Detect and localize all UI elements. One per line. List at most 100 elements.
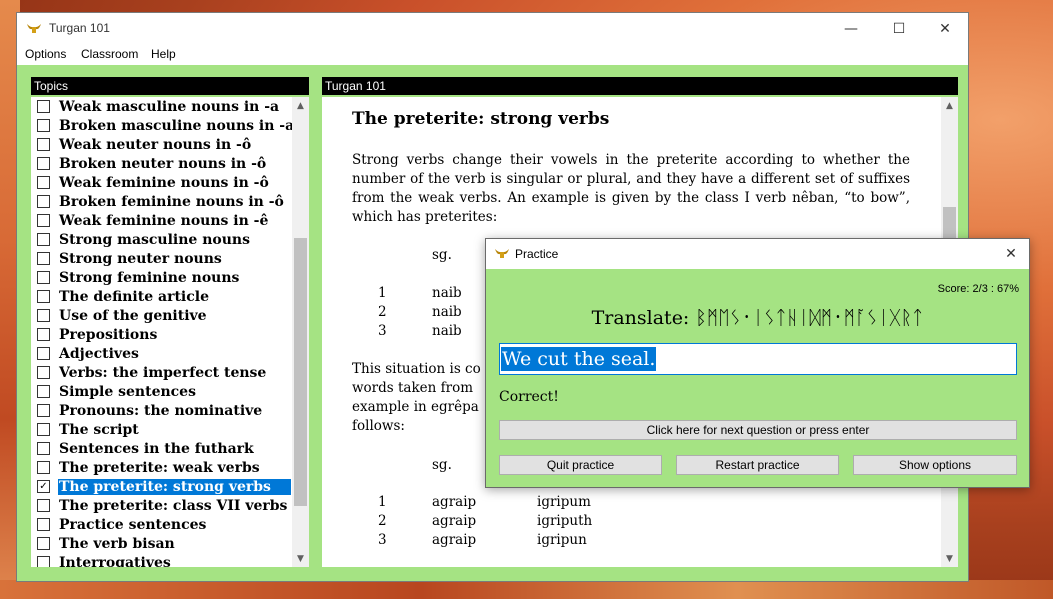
score-value: 2/3 : 67% <box>972 283 1019 295</box>
topics-scroll-thumb[interactable] <box>294 238 307 506</box>
checkbox-icon[interactable] <box>37 328 50 341</box>
checkbox-icon[interactable] <box>37 290 50 303</box>
checkbox-icon[interactable] <box>37 233 50 246</box>
topic-label: Broken masculine nouns in -a <box>59 117 295 134</box>
checkbox-icon[interactable] <box>37 556 50 567</box>
topic-label: Weak neuter nouns in -ô <box>59 136 252 153</box>
lesson-paragraph-line: example in egrêpa <box>352 399 479 415</box>
topic-label: Weak masculine nouns in -a <box>59 98 280 115</box>
checkbox-icon[interactable] <box>37 385 50 398</box>
checkbox-icon[interactable] <box>37 499 50 512</box>
topic-item[interactable]: Verbs: the imperfect tense <box>35 363 291 382</box>
topic-item[interactable]: Interrogatives <box>35 553 291 567</box>
checkbox-icon[interactable] <box>37 442 50 455</box>
topic-item[interactable]: Sentences in the futhark <box>35 439 291 458</box>
translate-prompt: Translate: ᛒᛗᛖᛊ᛫ᛁᛊᛏᚺᛁᛞᛗ᛫ᛗᚪᛊᛁᚷᚱᛏ <box>486 307 1029 329</box>
checkbox-icon[interactable] <box>37 404 50 417</box>
minimize-button[interactable]: — <box>828 13 874 45</box>
topic-item[interactable]: The script <box>35 420 291 439</box>
topic-item[interactable]: The preterite: class VII verbs <box>35 496 291 515</box>
maximize-button[interactable]: ☐ <box>876 13 922 45</box>
topic-item[interactable]: Broken feminine nouns in -ô <box>35 192 291 211</box>
menu-help[interactable]: Help <box>151 47 176 61</box>
translate-label: Translate: <box>591 307 690 329</box>
checkbox-checked-icon[interactable]: ✓ <box>37 480 50 493</box>
table-cell: igripun <box>537 532 587 548</box>
checkbox-icon[interactable] <box>37 518 50 531</box>
next-question-button[interactable]: Click here for next question or press en… <box>499 420 1017 440</box>
lesson-paragraph-line: words taken from <box>352 380 474 396</box>
table-cell: igripum <box>537 494 591 510</box>
topic-item[interactable]: Prepositions <box>35 325 291 344</box>
checkbox-icon[interactable] <box>37 195 50 208</box>
topic-label: Weak feminine nouns in -ô <box>59 174 269 191</box>
checkbox-icon[interactable] <box>37 119 50 132</box>
topic-item[interactable]: Broken neuter nouns in -ô <box>35 154 291 173</box>
checkbox-icon[interactable] <box>37 271 50 284</box>
practice-title-bar[interactable]: Practice ✕ <box>486 239 1029 269</box>
topic-label: The preterite: weak verbs <box>59 459 260 476</box>
topic-item[interactable]: Adjectives <box>35 344 291 363</box>
lesson-paragraph-line: follows: <box>352 418 405 434</box>
topic-item[interactable]: Simple sentences <box>35 382 291 401</box>
lesson-paragraph-line: This situation is co <box>352 361 481 377</box>
checkbox-icon[interactable] <box>37 252 50 265</box>
practice-close-button[interactable]: ✕ <box>993 239 1029 269</box>
topic-label: Pronouns: the nominative <box>59 402 263 419</box>
checkbox-icon[interactable] <box>37 176 50 189</box>
checkbox-icon[interactable] <box>37 537 50 550</box>
scroll-up-arrow-icon[interactable]: ▲ <box>941 97 958 114</box>
restart-practice-button[interactable]: Restart practice <box>676 455 839 475</box>
topic-label: Sentences in the futhark <box>59 440 254 457</box>
checkbox-icon[interactable] <box>37 366 50 379</box>
checkbox-icon[interactable] <box>37 347 50 360</box>
checkbox-icon[interactable] <box>37 100 50 113</box>
topic-item[interactable]: Use of the genitive <box>35 306 291 325</box>
checkbox-icon[interactable] <box>37 423 50 436</box>
checkbox-icon[interactable] <box>37 309 50 322</box>
topic-item[interactable]: Broken masculine nouns in -a <box>35 116 294 135</box>
table-cell: agraip <box>432 532 477 548</box>
checkbox-icon[interactable] <box>37 138 50 151</box>
topic-item[interactable]: Weak feminine nouns in -ô <box>35 173 291 192</box>
scroll-down-arrow-icon[interactable]: ▼ <box>941 550 958 567</box>
topic-item[interactable]: Strong masculine nouns <box>35 230 291 249</box>
topic-item[interactable]: Weak masculine nouns in -a <box>35 97 291 116</box>
scroll-down-arrow-icon[interactable]: ▼ <box>292 550 309 567</box>
title-bar[interactable]: Turgan 101 — ☐ ✕ <box>17 13 968 45</box>
topic-label: Adjectives <box>59 345 139 362</box>
topic-label: Strong feminine nouns <box>59 269 240 286</box>
table-cell: 1 <box>378 285 387 301</box>
practice-title: Practice <box>515 247 559 261</box>
topic-label: Practice sentences <box>59 516 207 533</box>
checkbox-icon[interactable] <box>37 214 50 227</box>
topic-item[interactable]: ✓ The preterite: strong verbs <box>35 477 291 496</box>
checkbox-icon[interactable] <box>37 157 50 170</box>
window-title: Turgan 101 <box>49 21 110 35</box>
checkbox-icon[interactable] <box>37 461 50 474</box>
topics-list: Weak masculine nouns in -a Broken masculi… <box>31 97 309 567</box>
table-cell: 3 <box>378 532 387 548</box>
topic-label: Broken neuter nouns in -ô <box>59 155 267 172</box>
topic-item[interactable]: Strong feminine nouns <box>35 268 291 287</box>
quit-practice-button[interactable]: Quit practice <box>499 455 662 475</box>
table-cell: naib <box>432 304 462 320</box>
topic-item[interactable]: Weak feminine nouns in -ê <box>35 211 291 230</box>
topic-item[interactable]: Practice sentences <box>35 515 291 534</box>
scroll-up-arrow-icon[interactable]: ▲ <box>292 97 309 114</box>
topic-item[interactable]: Pronouns: the nominative <box>35 401 291 420</box>
close-button[interactable]: ✕ <box>922 13 968 45</box>
topic-item[interactable]: Strong neuter nouns <box>35 249 291 268</box>
topic-item[interactable]: The preterite: weak verbs <box>35 458 291 477</box>
topics-scrollbar[interactable]: ▲ ▼ <box>292 97 309 567</box>
score-label: Score: <box>937 283 970 295</box>
menu-options[interactable]: Options <box>25 47 66 61</box>
topic-item[interactable]: The definite article <box>35 287 291 306</box>
menu-classroom[interactable]: Classroom <box>81 47 138 61</box>
table-cell: naib <box>432 285 462 301</box>
topic-item[interactable]: Weak neuter nouns in -ô <box>35 135 291 154</box>
show-options-button[interactable]: Show options <box>853 455 1017 475</box>
topic-item[interactable]: The verb bisan <box>35 534 291 553</box>
topic-label: The definite article <box>59 288 209 305</box>
practice-dialog: Practice ✕ Score: 2/3 : 67% Translate: ᛒ… <box>485 238 1030 488</box>
